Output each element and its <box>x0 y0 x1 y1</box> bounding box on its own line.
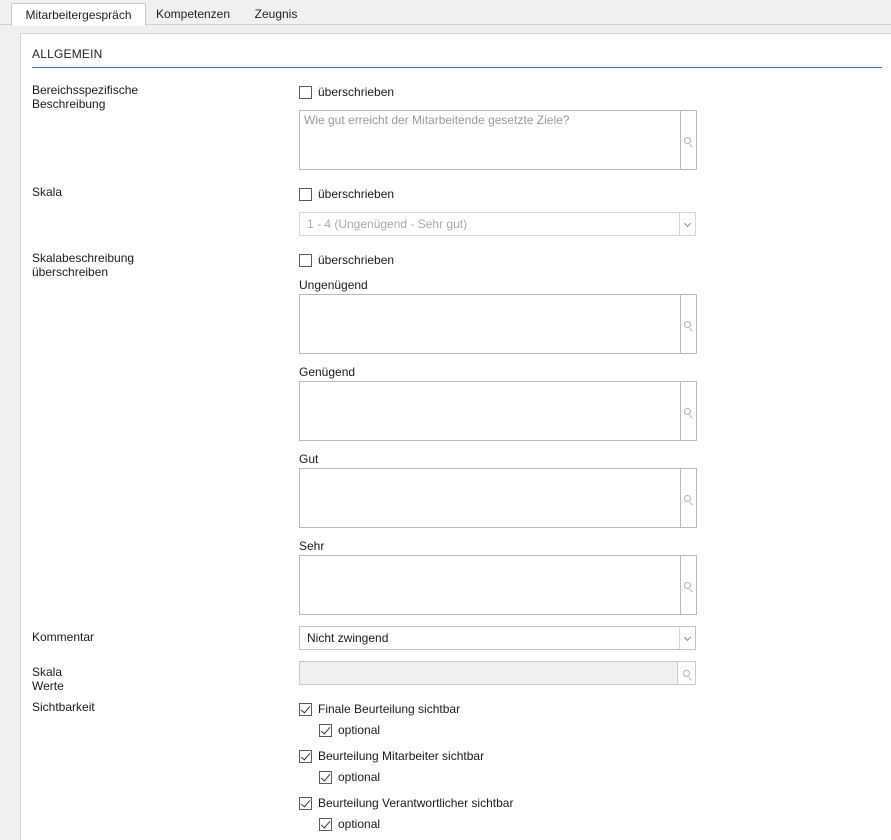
magnifier-icon <box>683 670 690 677</box>
beurteilung-mitarbeiter-optional-checkbox[interactable] <box>319 770 332 784</box>
bereich-override-row[interactable]: überschrieben <box>299 84 394 100</box>
chevron-down-icon[interactable] <box>679 213 695 235</box>
section-divider <box>32 67 882 68</box>
bereich-override-checkbox[interactable] <box>299 85 312 99</box>
beurteilung-mitarbeiter-optional-label: optional <box>338 770 381 784</box>
skala-select[interactable]: 1 - 4 (Ungenügend - Sehr gut) <box>299 212 696 236</box>
level-ungenuegend-label: Ungenügend <box>299 278 368 292</box>
skala-werte-label: Skala Werte <box>32 665 64 693</box>
finale-beurteilung-row[interactable]: Finale Beurteilung sichtbar <box>299 701 460 717</box>
chevron-down-icon[interactable] <box>679 627 695 649</box>
beurteilung-mitarbeiter-checkbox[interactable] <box>299 749 312 763</box>
beurteilung-mitarbeiter-row[interactable]: Beurteilung Mitarbeiter sichtbar <box>299 748 484 764</box>
beurteilung-mitarbeiter-optional-row[interactable]: optional <box>319 769 380 785</box>
skala-select-value: 1 - 4 (Ungenügend - Sehr gut) <box>307 217 468 231</box>
skala-label: Skala <box>32 185 63 199</box>
level-sehr-gut-textarea[interactable] <box>299 555 681 615</box>
level-genuegend-label: Genügend <box>299 365 356 379</box>
level-genuegend-wrap <box>299 381 697 441</box>
level-gut-wrap <box>299 468 697 528</box>
tab-bar: Mitarbeitergespräch Kompetenzen Zeugnis <box>0 0 891 26</box>
beurteilung-verantwortlicher-optional-checkbox[interactable] <box>319 817 332 831</box>
bereich-textarea-wrap: Wie gut erreicht der Mitarbeitende geset… <box>299 110 697 170</box>
skalabeschreibung-label: Skalabeschreibung überschreiben <box>32 251 135 279</box>
skalabeschreibung-override-label: überschrieben <box>318 253 395 267</box>
level-gut-lookup-button[interactable] <box>681 468 697 528</box>
finale-beurteilung-optional-label: optional <box>338 723 381 737</box>
finale-beurteilung-optional-checkbox[interactable] <box>319 723 332 737</box>
skala-werte-lookup <box>299 661 696 685</box>
level-ungenuegend-textarea[interactable] <box>299 294 681 354</box>
level-genuegend-lookup-button[interactable] <box>681 381 697 441</box>
level-ungenuegend-lookup-button[interactable] <box>681 294 697 354</box>
magnifier-icon <box>684 321 691 328</box>
magnifier-icon <box>684 137 691 144</box>
bereich-label: Bereichsspezifische Beschreibung <box>32 83 139 111</box>
finale-beurteilung-optional-row[interactable]: optional <box>319 722 380 738</box>
level-gut-textarea[interactable] <box>299 468 681 528</box>
skala-override-row[interactable]: überschrieben <box>299 186 394 202</box>
sichtbarkeit-label: Sichtbarkeit <box>32 700 95 714</box>
level-ungenuegend-wrap <box>299 294 697 354</box>
level-genuegend-textarea[interactable] <box>299 381 681 441</box>
beurteilung-verantwortlicher-optional-label: optional <box>338 817 381 831</box>
level-sehr-gut-wrap <box>299 555 697 615</box>
kommentar-select[interactable]: Nicht zwingend <box>299 626 696 650</box>
section-title: ALLGEMEIN <box>32 47 103 61</box>
beurteilung-verantwortlicher-row[interactable]: Beurteilung Verantwortlicher sichtbar <box>299 795 513 811</box>
beurteilung-verantwortlicher-label: Beurteilung Verantwortlicher sichtbar <box>318 796 514 810</box>
tab-kompetenzen[interactable]: Kompetenzen <box>148 4 238 24</box>
skala-override-checkbox[interactable] <box>299 187 312 201</box>
level-gut-label: Gut <box>299 452 319 466</box>
magnifier-icon <box>684 582 691 589</box>
beurteilung-mitarbeiter-label: Beurteilung Mitarbeiter sichtbar <box>318 749 485 763</box>
tab-zeugnis[interactable]: Zeugnis <box>246 4 306 24</box>
level-sehr-gut-lookup-button[interactable] <box>681 555 697 615</box>
skala-override-label: überschrieben <box>318 187 395 201</box>
skalabeschreibung-override-row[interactable]: überschrieben <box>299 252 394 268</box>
magnifier-icon <box>684 408 691 415</box>
kommentar-label: Kommentar <box>32 630 95 644</box>
bereich-textarea[interactable]: Wie gut erreicht der Mitarbeitende geset… <box>299 110 681 170</box>
finale-beurteilung-checkbox[interactable] <box>299 702 312 716</box>
tab-mitarbeitergespraech[interactable]: Mitarbeitergespräch <box>11 3 146 26</box>
magnifier-icon <box>684 495 691 502</box>
skala-werte-lookup-button[interactable] <box>678 661 696 685</box>
skalabeschreibung-override-checkbox[interactable] <box>299 253 312 267</box>
beurteilung-verantwortlicher-checkbox[interactable] <box>299 796 312 810</box>
bereich-override-label: überschrieben <box>318 85 395 99</box>
finale-beurteilung-label: Finale Beurteilung sichtbar <box>318 702 461 716</box>
bereich-lookup-button[interactable] <box>681 110 697 170</box>
kommentar-select-value: Nicht zwingend <box>307 631 389 645</box>
beurteilung-verantwortlicher-optional-row[interactable]: optional <box>319 816 380 832</box>
skala-werte-field[interactable] <box>299 661 678 685</box>
